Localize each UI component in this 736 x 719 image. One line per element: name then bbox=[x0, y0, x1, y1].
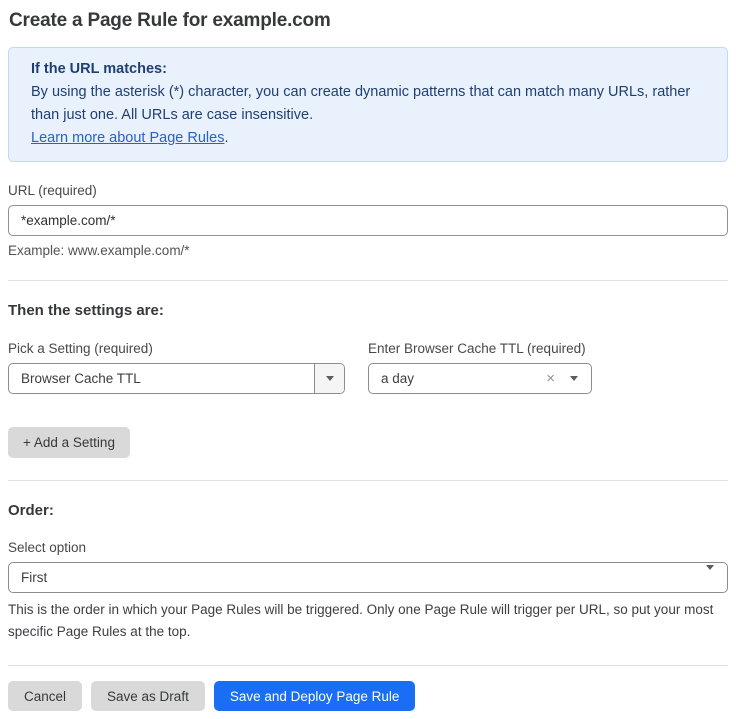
footer-buttons: Cancel Save as Draft Save and Deploy Pag… bbox=[8, 681, 728, 711]
order-caret-wrap bbox=[706, 570, 727, 585]
cancel-button[interactable]: Cancel bbox=[8, 681, 82, 711]
ttl-picker-column: Enter Browser Cache TTL (required) a day… bbox=[368, 319, 592, 394]
page-title: Create a Page Rule for example.com bbox=[9, 10, 728, 32]
save-as-draft-button[interactable]: Save as Draft bbox=[91, 681, 205, 711]
info-box-link-line: Learn more about Page Rules. bbox=[31, 127, 705, 150]
info-box-body: By using the asterisk (*) character, you… bbox=[31, 81, 705, 127]
chevron-down-icon bbox=[706, 565, 714, 585]
order-section-heading: Order: bbox=[8, 502, 728, 519]
settings-row: Pick a Setting (required) Browser Cache … bbox=[8, 319, 728, 394]
setting-picker-value: Browser Cache TTL bbox=[9, 371, 314, 386]
order-select-label: Select option bbox=[8, 540, 728, 555]
url-input[interactable] bbox=[8, 205, 728, 236]
add-setting-button[interactable]: + Add a Setting bbox=[8, 427, 130, 458]
settings-section-heading: Then the settings are: bbox=[8, 302, 728, 319]
clear-icon[interactable]: × bbox=[546, 371, 555, 386]
save-and-deploy-button[interactable]: Save and Deploy Page Rule bbox=[214, 681, 416, 711]
order-select-value: First bbox=[9, 570, 706, 585]
divider-settings-order bbox=[8, 480, 728, 481]
info-box-heading: If the URL matches: bbox=[31, 58, 705, 81]
divider-order-footer bbox=[8, 665, 728, 666]
url-match-info-box: If the URL matches: By using the asteris… bbox=[8, 47, 728, 162]
url-field-label: URL (required) bbox=[8, 183, 728, 198]
learn-more-link[interactable]: Learn more about Page Rules bbox=[31, 130, 224, 146]
chevron-down-icon[interactable] bbox=[570, 376, 578, 381]
divider-url-settings bbox=[8, 280, 728, 281]
order-select[interactable]: First bbox=[8, 562, 728, 593]
setting-picker-column: Pick a Setting (required) Browser Cache … bbox=[8, 319, 345, 394]
ttl-picker-icons: × bbox=[546, 371, 591, 386]
setting-picker-dropdown-button[interactable] bbox=[314, 364, 344, 393]
order-helper-text: This is the order in which your Page Rul… bbox=[8, 599, 720, 643]
url-example-helper: Example: www.example.com/* bbox=[8, 243, 728, 258]
ttl-picker-value: a day bbox=[369, 371, 546, 386]
link-period: . bbox=[224, 130, 228, 146]
ttl-picker-combobox[interactable]: a day × bbox=[368, 363, 592, 394]
chevron-down-icon bbox=[326, 376, 334, 381]
ttl-picker-label: Enter Browser Cache TTL (required) bbox=[368, 341, 592, 356]
setting-picker-select[interactable]: Browser Cache TTL bbox=[8, 363, 345, 394]
setting-picker-label: Pick a Setting (required) bbox=[8, 341, 345, 356]
